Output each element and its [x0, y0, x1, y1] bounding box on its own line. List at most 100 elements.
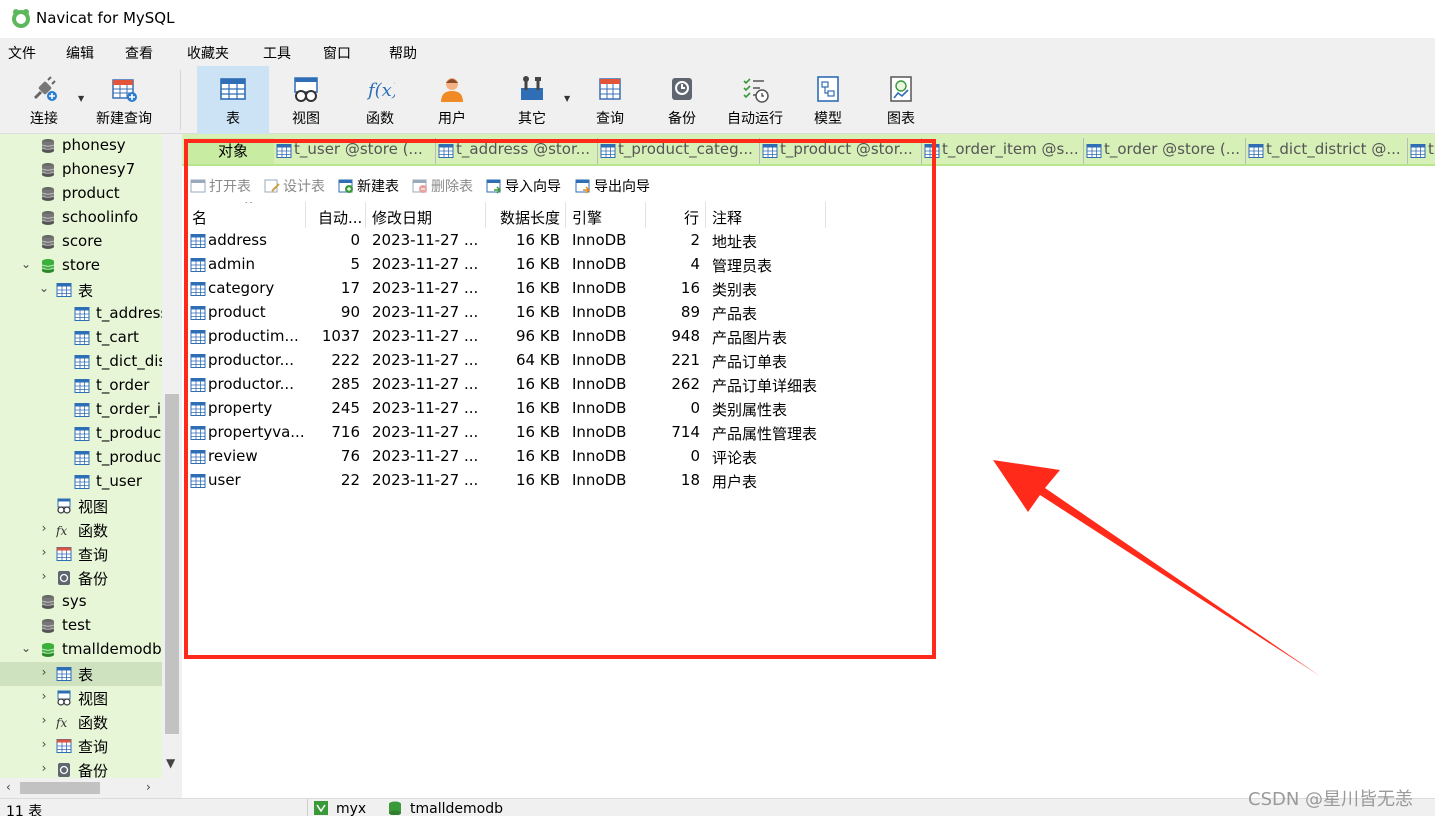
tree-item[interactable]: t_produc: [0, 422, 162, 446]
tree-item[interactable]: score: [0, 230, 162, 254]
tree-item[interactable]: ⌄ tmalldemodb: [0, 638, 162, 662]
connect-button[interactable]: ▼ 连接: [12, 66, 84, 134]
scrollbar-thumb[interactable]: [20, 782, 100, 794]
new-table-button[interactable]: 新建表: [338, 176, 399, 196]
tree-item[interactable]: phonesy: [0, 134, 162, 158]
scroll-left-icon[interactable]: ‹: [6, 780, 11, 794]
menu-view[interactable]: 查看: [125, 43, 153, 63]
menu-help[interactable]: 帮助: [389, 43, 417, 63]
tree-item[interactable]: › fx 函数: [0, 710, 162, 734]
scroll-down-icon[interactable]: ▼: [166, 756, 175, 770]
table-row[interactable]: product 90 2023-11-27 ... 16 KB InnoDB 89 产品表: [182, 301, 832, 325]
tree-item[interactable]: › 查询: [0, 734, 162, 758]
table-row[interactable]: address 0 2023-11-27 ... 16 KB InnoDB 2 地址表: [182, 229, 832, 253]
column-header-label: 注释: [712, 209, 743, 227]
tab-table[interactable]: t_dict_district @...: [1246, 138, 1408, 164]
tree-item[interactable]: ⌄ 表: [0, 278, 162, 302]
tab-table[interactable]: t_order @store (...: [1084, 138, 1246, 164]
tab-table[interactable]: t_address @stor...: [436, 138, 598, 164]
tree-item[interactable]: t_order_i: [0, 398, 162, 422]
tree-item[interactable]: t_user: [0, 470, 162, 494]
chevron-right-icon[interactable]: ›: [38, 737, 50, 751]
backup-icon: [56, 570, 72, 586]
scroll-right-icon[interactable]: ›: [146, 780, 151, 794]
column-header-modified-date[interactable]: 修改日期: [366, 202, 486, 228]
chevron-right-icon[interactable]: ›: [38, 521, 50, 535]
tree-item[interactable]: › 视图: [0, 686, 162, 710]
table-row[interactable]: productim... 1037 2023-11-27 ... 96 KB InnoD…: [182, 325, 832, 349]
table-row[interactable]: property 245 2023-11-27 ... 16 KB InnoDB 0 类别属…: [182, 397, 832, 421]
chevron-right-icon[interactable]: ›: [38, 545, 50, 559]
view-icon: [56, 498, 72, 514]
menu-edit[interactable]: 编辑: [66, 43, 94, 63]
tab-table[interactable]: t_order_item @s...: [922, 138, 1084, 164]
table-row[interactable]: productor... 285 2023-11-27 ... 16 KB InnoDB…: [182, 373, 832, 397]
model-button[interactable]: 模型: [794, 66, 862, 134]
table-row[interactable]: productor... 222 2023-11-27 ... 64 KB InnoDB…: [182, 349, 832, 373]
tree-item[interactable]: ⌄ store: [0, 254, 162, 278]
delete-table-button[interactable]: 删除表: [412, 176, 473, 196]
chevron-down-icon[interactable]: ⌄: [20, 641, 32, 655]
tab-table[interactable]: t_product @stor...: [760, 138, 922, 164]
tree-item[interactable]: t_dict_dis: [0, 350, 162, 374]
column-header-data-length[interactable]: 数据长度: [494, 202, 566, 228]
tree-item[interactable]: 视图: [0, 494, 162, 518]
table-button[interactable]: 表: [197, 66, 269, 134]
autorun-button[interactable]: 自动运行: [720, 66, 790, 134]
table-row[interactable]: category 17 2023-11-27 ... 16 KB InnoDB 16 类别表: [182, 277, 832, 301]
menu-file[interactable]: 文件: [8, 43, 36, 63]
menu-tools[interactable]: 工具: [263, 43, 291, 63]
chevron-right-icon[interactable]: ›: [38, 713, 50, 727]
tree-item[interactable]: product: [0, 182, 162, 206]
query-button[interactable]: 查询: [576, 66, 644, 134]
tree-item[interactable]: sys: [0, 590, 162, 614]
tree-item[interactable]: › 表: [0, 662, 162, 686]
menu-window[interactable]: 窗口: [323, 43, 351, 63]
table-row[interactable]: admin 5 2023-11-27 ... 16 KB InnoDB 4 管理员表: [182, 253, 832, 277]
open-table-button[interactable]: 打开表: [190, 176, 251, 196]
tab-objects[interactable]: 对象: [188, 138, 274, 164]
title-bar: Navicat for MySQL: [0, 0, 1435, 38]
sidebar-horizontal-scrollbar[interactable]: ‹ ›: [0, 778, 182, 798]
column-header-comment[interactable]: 注释: [706, 202, 826, 228]
tree-item[interactable]: › 备份: [0, 566, 162, 590]
menu-favorites[interactable]: 收藏夹: [187, 43, 229, 63]
table-row[interactable]: propertyva... 716 2023-11-27 ... 16 KB InnoD…: [182, 421, 832, 445]
view-button[interactable]: 视图: [272, 66, 340, 134]
tree-item[interactable]: test: [0, 614, 162, 638]
column-header-rows[interactable]: 行: [646, 202, 706, 228]
chevron-right-icon[interactable]: ›: [38, 665, 50, 679]
chevron-right-icon[interactable]: ›: [38, 761, 50, 775]
export-wizard-button[interactable]: 导出向导: [575, 176, 650, 196]
chevron-down-icon[interactable]: ⌄: [38, 281, 50, 295]
user-button[interactable]: 用户: [418, 66, 486, 134]
chart-button[interactable]: 图表: [866, 66, 936, 134]
chevron-right-icon[interactable]: ›: [38, 569, 50, 583]
chevron-right-icon[interactable]: ›: [38, 689, 50, 703]
tab-table[interactable]: t...: [1408, 138, 1435, 164]
column-header-engine[interactable]: 引擎: [566, 202, 646, 228]
tree-item[interactable]: › fx 函数: [0, 518, 162, 542]
table-row[interactable]: review 76 2023-11-27 ... 16 KB InnoDB 0 评论表: [182, 445, 832, 469]
chevron-down-icon[interactable]: ⌄: [20, 257, 32, 271]
tree-item[interactable]: schoolinfo: [0, 206, 162, 230]
column-header-auto-increment[interactable]: 自动...: [312, 202, 366, 228]
tree-item[interactable]: phonesy7: [0, 158, 162, 182]
sidebar-vertical-scrollbar[interactable]: ▼: [162, 134, 182, 778]
column-header-name[interactable]: 名 ^: [186, 202, 306, 228]
new-query-button[interactable]: 新建查询: [88, 66, 160, 134]
tree-item[interactable]: › 查询: [0, 542, 162, 566]
scrollbar-thumb[interactable]: [165, 394, 179, 734]
other-button[interactable]: ▼ 其它: [498, 66, 570, 134]
tree-item[interactable]: t_cart: [0, 326, 162, 350]
function-button[interactable]: f(x) 函数: [346, 66, 414, 134]
tree-item[interactable]: t_order: [0, 374, 162, 398]
design-table-button[interactable]: 设计表: [264, 176, 325, 196]
tab-table[interactable]: t_user @store (...: [274, 138, 436, 164]
table-row[interactable]: user 22 2023-11-27 ... 16 KB InnoDB 18 用户表: [182, 469, 832, 493]
tree-item[interactable]: t_produc: [0, 446, 162, 470]
import-wizard-button[interactable]: 导入向导: [486, 176, 561, 196]
tab-table[interactable]: t_product_categ...: [598, 138, 760, 164]
backup-button[interactable]: 备份: [648, 66, 716, 134]
tree-item[interactable]: t_address: [0, 302, 162, 326]
